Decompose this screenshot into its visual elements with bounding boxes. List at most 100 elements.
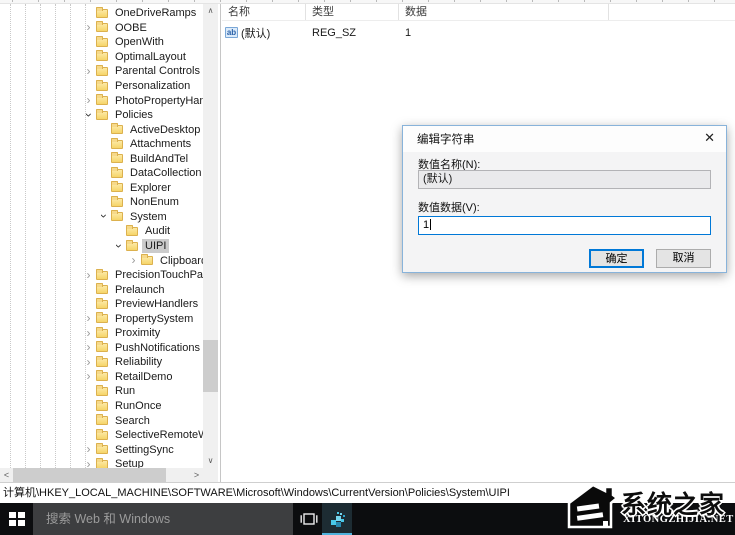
chevron-icon[interactable]	[82, 80, 95, 92]
horizontal-scroll-thumb[interactable]	[13, 468, 166, 482]
tree-node[interactable]: Prelaunch	[0, 282, 203, 297]
value-name[interactable]: (默认)	[241, 25, 270, 41]
chevron-icon[interactable]	[97, 167, 110, 179]
tree-node-label[interactable]: Personalization	[112, 79, 193, 93]
registry-tree[interactable]: OneDriveRamps OOBE OpenWith	[0, 4, 203, 468]
tree-node-label[interactable]: PhotoPropertyHandle	[112, 94, 203, 108]
column-header-type[interactable]: 类型	[306, 4, 399, 20]
task-view-button[interactable]	[296, 503, 322, 535]
tree-node-label[interactable]: OneDriveRamps	[112, 6, 199, 20]
tree-node[interactable]: SettingSync	[0, 442, 203, 457]
tree-node[interactable]: UIPI	[0, 239, 203, 254]
tree-node[interactable]: Audit	[0, 224, 203, 239]
tree-node[interactable]: OOBE	[0, 21, 203, 36]
search-input[interactable]	[33, 503, 293, 535]
tree-node[interactable]: PrecisionTouchPad	[0, 268, 203, 283]
panel-splitter[interactable]	[220, 4, 221, 482]
chevron-icon[interactable]	[97, 196, 110, 208]
tree-node[interactable]: RetailDemo	[0, 370, 203, 385]
tree-node-label[interactable]: Search	[112, 414, 153, 428]
chevron-icon[interactable]	[82, 269, 95, 282]
tree-node-label[interactable]: Prelaunch	[112, 283, 168, 297]
tree-node-label[interactable]: NonEnum	[127, 195, 182, 209]
tree-node-label[interactable]: System	[127, 210, 170, 224]
tree-node[interactable]: PushNotifications	[0, 341, 203, 356]
chevron-icon[interactable]	[82, 341, 95, 354]
chevron-icon[interactable]	[82, 458, 95, 468]
tree-node[interactable]: SelectiveRemoteWipe	[0, 428, 203, 443]
tree-node-label[interactable]: UIPI	[142, 239, 170, 254]
column-header-name[interactable]: 名称	[222, 4, 306, 20]
chevron-icon[interactable]	[97, 153, 110, 165]
close-icon[interactable]: ✕	[704, 131, 715, 145]
chevron-icon[interactable]	[82, 284, 95, 296]
tree-node-label[interactable]: ActiveDesktop	[127, 123, 203, 137]
tree-node-label[interactable]: Setup	[112, 457, 147, 468]
tree-node[interactable]: Setup	[0, 457, 203, 468]
tree-node-label[interactable]: Audit	[142, 224, 173, 238]
tree-node[interactable]: RunOnce	[0, 399, 203, 414]
tree-vertical-scrollbar[interactable]: ∧ ∨	[203, 4, 218, 468]
chevron-icon[interactable]	[82, 312, 95, 325]
tree-node[interactable]: NonEnum	[0, 195, 203, 210]
tree-node[interactable]: OpenWith	[0, 35, 203, 50]
tree-node[interactable]: Personalization	[0, 79, 203, 94]
scroll-up-icon[interactable]: ∧	[203, 4, 218, 18]
dialog-titlebar[interactable]: 编辑字符串 ✕	[403, 126, 726, 152]
tree-node[interactable]: Explorer	[0, 181, 203, 196]
chevron-icon[interactable]	[82, 370, 95, 383]
chevron-icon[interactable]	[82, 7, 95, 19]
chevron-icon[interactable]	[112, 225, 125, 237]
chevron-icon[interactable]	[127, 254, 140, 267]
scroll-right-icon[interactable]: >	[190, 468, 203, 482]
tree-node[interactable]: PreviewHandlers	[0, 297, 203, 312]
tree-node-label[interactable]: OOBE	[112, 21, 150, 35]
scroll-left-icon[interactable]: <	[0, 468, 13, 482]
chevron-icon[interactable]	[82, 298, 95, 310]
scroll-down-icon[interactable]: ∨	[203, 454, 218, 468]
tree-node[interactable]: Clipboard	[0, 253, 203, 268]
tree-node-label[interactable]: Reliability	[112, 355, 165, 369]
tree-node-label[interactable]: Clipboard	[157, 254, 203, 268]
vertical-scroll-thumb[interactable]	[203, 340, 218, 392]
column-header-data[interactable]: 数据	[399, 4, 609, 20]
tree-node[interactable]: DataCollection	[0, 166, 203, 181]
chevron-icon[interactable]	[82, 65, 95, 78]
chevron-icon[interactable]	[82, 429, 95, 441]
tree-node[interactable]: Attachments	[0, 137, 203, 152]
regedit-taskbar-app[interactable]	[322, 503, 352, 535]
tree-node[interactable]: Search	[0, 413, 203, 428]
tree-node-label[interactable]: BuildAndTel	[127, 152, 191, 166]
tree-horizontal-scrollbar[interactable]: < >	[0, 468, 203, 482]
ok-button[interactable]: 确定	[589, 249, 644, 268]
tree-node[interactable]: Reliability	[0, 355, 203, 370]
chevron-icon[interactable]	[82, 356, 95, 369]
tree-node-label[interactable]: Attachments	[127, 137, 194, 151]
tree-node-label[interactable]: OptimalLayout	[112, 50, 189, 64]
tree-node[interactable]: OneDriveRamps	[0, 6, 203, 21]
tree-node-label[interactable]: Proximity	[112, 326, 163, 340]
tree-node-label[interactable]: SelectiveRemoteWipe	[112, 428, 203, 442]
chevron-icon[interactable]	[82, 327, 95, 340]
tree-node-label[interactable]: PropertySystem	[112, 312, 196, 326]
chevron-icon[interactable]	[97, 124, 110, 136]
tree-node-label[interactable]: Run	[112, 384, 138, 398]
value-data-field[interactable]: 1	[418, 216, 711, 235]
chevron-icon[interactable]	[82, 94, 95, 107]
chevron-icon[interactable]	[82, 415, 95, 427]
value-row[interactable]: (默认) REG_SZ 1	[222, 25, 735, 40]
tree-node[interactable]: BuildAndTel	[0, 151, 203, 166]
chevron-icon[interactable]	[97, 210, 110, 223]
chevron-icon[interactable]	[82, 51, 95, 63]
tree-node[interactable]: Run	[0, 384, 203, 399]
chevron-icon[interactable]	[82, 400, 95, 412]
tree-node-label[interactable]: RunOnce	[112, 399, 164, 413]
chevron-icon[interactable]	[82, 443, 95, 456]
chevron-icon[interactable]	[112, 240, 125, 253]
tree-node-label[interactable]: Parental Controls	[112, 64, 203, 78]
tree-node-label[interactable]: PreviewHandlers	[112, 297, 201, 311]
tree-node[interactable]: PhotoPropertyHandle	[0, 93, 203, 108]
taskbar-search[interactable]	[33, 503, 293, 535]
tree-node-label[interactable]: Policies	[112, 108, 156, 122]
start-button[interactable]	[0, 503, 33, 535]
